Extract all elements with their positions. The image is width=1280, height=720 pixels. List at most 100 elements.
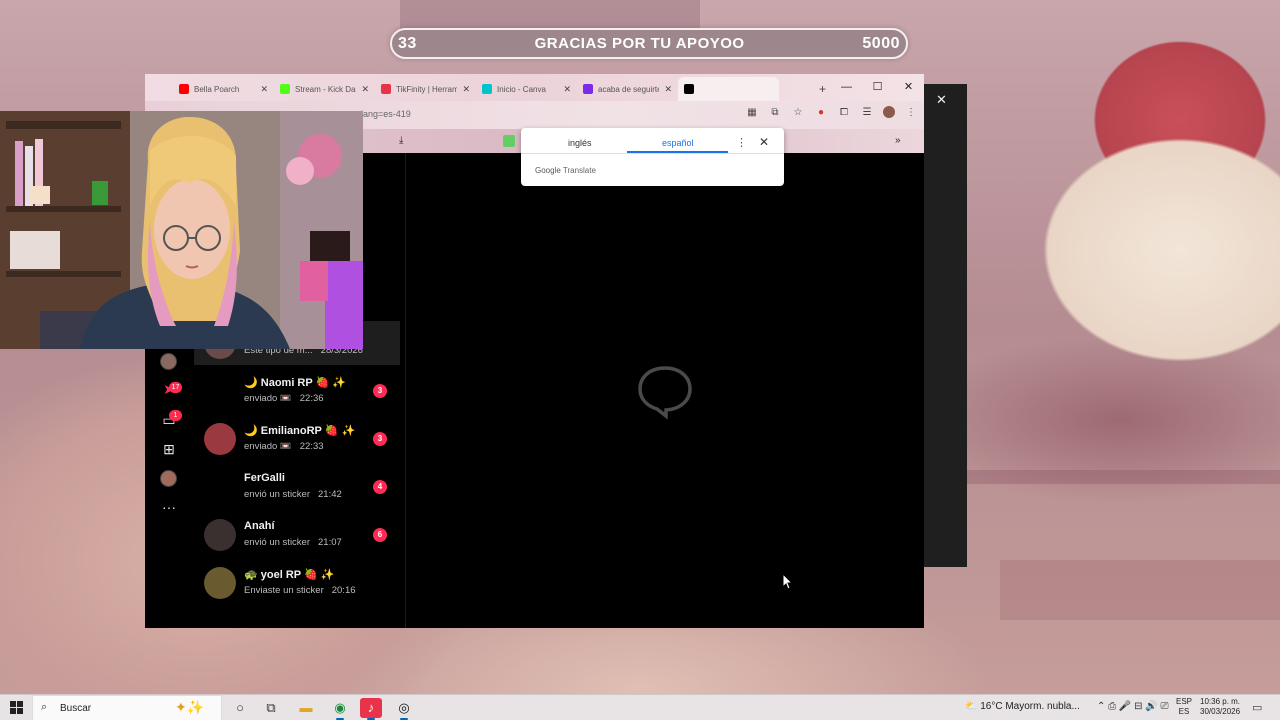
conversation-preview-line: envió un sticker 21:07 [244, 537, 342, 548]
conversation-preview-line: enviado 📼 22:36 [244, 393, 324, 404]
more-icon[interactable]: ··· [159, 497, 179, 517]
start-button-icon[interactable] [10, 701, 23, 714]
file-explorer-icon[interactable]: ▬ [295, 698, 317, 718]
kick-icon [280, 84, 290, 94]
bookmark-star-icon[interactable]: ☆ [791, 107, 805, 118]
cast-icon[interactable]: ⧉ [768, 107, 782, 118]
tab-close-icon[interactable]: ✕ [563, 84, 571, 95]
system-tray-icons[interactable]: ⌃ ⎙ 🎤 ⊟ 🔊 ⎚ [1097, 701, 1169, 712]
tab-close-icon[interactable]: ✕ [260, 84, 268, 95]
weather-widget[interactable]: ⛅ 16°C Mayorm. nubla... [965, 701, 1080, 712]
conversation-preview: enviado 📼 [244, 393, 292, 404]
avatar [204, 423, 236, 455]
window-controls: — ☐ ✕ [831, 74, 924, 100]
conversation-preview-line: enviado 📼 22:33 [244, 441, 324, 452]
conversation-item[interactable]: Anahí envió un sticker 21:07 6 [194, 513, 400, 557]
messages-badge: 17 [169, 382, 182, 393]
chrome-taskbar-icon[interactable]: ◉ [329, 698, 351, 720]
canva-icon [482, 84, 492, 94]
tab-close-icon[interactable]: ✕ [462, 84, 470, 95]
stream-goal-bar: 33 GRACIAS POR TU APOYOO 5000 [390, 28, 908, 59]
translate-options-icon[interactable]: ⋮ [736, 136, 747, 149]
clock-time: 10:36 p. m. [1200, 697, 1241, 706]
browser-tab[interactable]: TikFinity | Herramientas ✕ [375, 77, 476, 101]
translate-popup: inglés español ⋮ ✕ Google Translate [521, 128, 784, 186]
avatar [204, 519, 236, 551]
tab-label: Stream - Kick Dashboard [295, 84, 356, 94]
taskbar-search-box[interactable]: ⌕ Buscar ✦✨ [32, 695, 222, 720]
toolbar-icons: ▦ ⧉ ☆ ● ⧠ ☰ ⋮ [745, 106, 918, 118]
maximize-button[interactable]: ☐ [862, 74, 893, 100]
conversation-time: 22:36 [299, 393, 324, 404]
webcam-image [0, 111, 363, 349]
unread-badge: 6 [373, 528, 387, 542]
tab-close-icon[interactable]: ✕ [664, 84, 672, 95]
tiktok-icon [684, 84, 694, 94]
weather-text: 16°C Mayorm. nubla... [980, 701, 1080, 712]
unread-badge: 4 [373, 480, 387, 494]
bookmarks-more-icon[interactable]: » [895, 135, 901, 146]
conversation-item[interactable]: 🐢 yoel RP 🍓 ✨ Enviaste un sticker 20:16 [194, 561, 400, 605]
address-bar[interactable]: lang=es-419 [361, 109, 411, 119]
obs-taskbar-icon[interactable]: ◎ [393, 698, 415, 720]
browser-tab[interactable]: Inicio - Canva ✕ [476, 77, 577, 101]
conversation-preview: envió un sticker [244, 537, 311, 548]
unread-badge: 3 [373, 432, 387, 446]
close-icon[interactable]: ✕ [936, 92, 947, 108]
notifications-icon[interactable]: ▭ [1252, 701, 1262, 714]
tiktok-taskbar-icon[interactable]: ♪ [360, 698, 382, 720]
conversation-item[interactable]: 🌙 Naomi RP 🍓 ✨ enviado 📼 22:36 3 [194, 369, 400, 413]
avatar [204, 471, 236, 503]
translate-close-icon[interactable]: ✕ [759, 135, 769, 149]
divider [521, 153, 784, 154]
taskbar-clock[interactable]: 10:36 p. m. 30/03/2026 [1200, 697, 1240, 717]
task-view-icon[interactable]: ⧉ [260, 698, 282, 718]
upload-icon[interactable]: ⊞ [159, 439, 179, 459]
tab-search-area[interactable] [145, 77, 173, 101]
tab-label: acaba de seguirte [598, 84, 660, 94]
close-window-button[interactable]: ✕ [893, 74, 924, 100]
webcam-overlay [0, 111, 363, 349]
conversation-time: 21:42 [318, 489, 342, 500]
translate-icon[interactable]: ▦ [745, 107, 759, 118]
input-language[interactable]: ESP ES [1176, 697, 1192, 717]
clock-date: 30/03/2026 [1200, 707, 1241, 716]
conversation-name: 🌙 Naomi RP 🍓 ✨ [244, 377, 347, 389]
conversation-preview-line: envió un sticker 21:42 [244, 489, 342, 500]
bookmark-download-icon[interactable]: ⤓ [399, 135, 403, 146]
tab-label: Inicio - Canva [497, 84, 546, 94]
extensions-icon[interactable]: ⧠ [837, 107, 851, 118]
unread-badge: 3 [373, 384, 387, 398]
source-language-tab[interactable]: inglés [568, 138, 592, 148]
browser-tab[interactable] [678, 77, 779, 101]
search-placeholder: Buscar [60, 703, 92, 714]
browser-tab[interactable]: Stream - Kick Dashboard ✕ [274, 77, 375, 101]
profile-avatar-nav[interactable] [160, 353, 177, 370]
conversation-preview: envió un sticker [244, 489, 311, 500]
lang-top: ESP [1176, 697, 1193, 706]
more-menu-icon[interactable]: ⋮ [904, 107, 918, 118]
profile-avatar[interactable] [883, 106, 895, 118]
user-avatar-nav[interactable] [160, 470, 177, 487]
conversation-preview: enviado 📼 [244, 441, 292, 452]
conversation-time: 21:07 [318, 537, 342, 548]
chat-bubble-icon [638, 366, 692, 420]
minimize-button[interactable]: — [831, 74, 862, 100]
adblock-icon[interactable]: ● [814, 107, 828, 118]
mouse-cursor-icon [783, 574, 793, 590]
conversation-preview: Enviaste un sticker [244, 585, 324, 596]
brand-google: Google [535, 166, 561, 175]
conversation-item[interactable]: FerGalli envió un sticker 21:42 4 [194, 465, 400, 509]
browser-tab[interactable]: acaba de seguirte ✕ [577, 77, 678, 101]
browser-tab[interactable]: Bella Poarch ✕ [173, 77, 274, 101]
bookmark-item-icon[interactable] [503, 135, 515, 147]
avatar [204, 375, 236, 407]
tab-label: Bella Poarch [194, 84, 240, 94]
new-tab-button[interactable]: + [819, 77, 826, 101]
brand-translate: Translate [562, 166, 596, 175]
tab-close-icon[interactable]: ✕ [361, 84, 369, 95]
reading-list-icon[interactable]: ☰ [860, 107, 874, 118]
target-language-tab[interactable]: español [662, 138, 694, 148]
cortana-icon[interactable]: ○ [229, 698, 251, 718]
conversation-item[interactable]: 🌙 EmilianoRP 🍓 ✨ enviado 📼 22:33 3 [194, 417, 400, 461]
